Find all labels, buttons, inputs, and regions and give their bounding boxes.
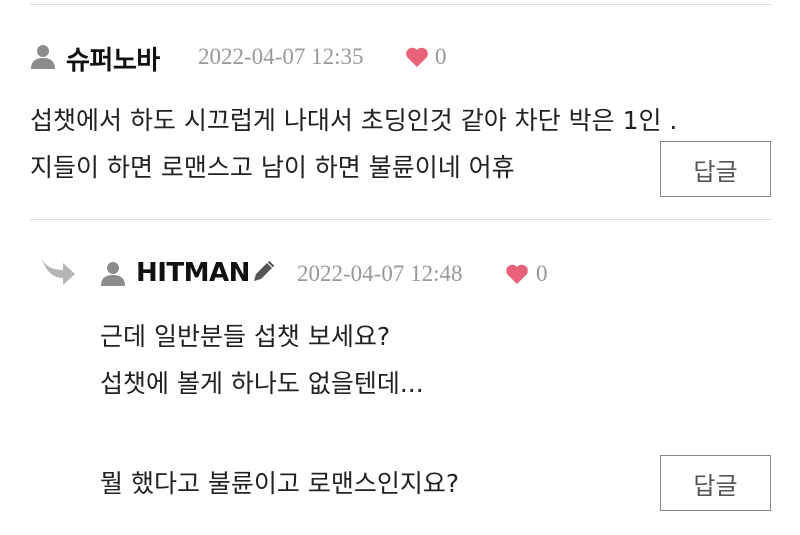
comment-text-line: 섭챗에 볼게 하나도 없을텐데... — [100, 369, 424, 398]
top-divider — [30, 4, 772, 5]
comment-divider — [30, 219, 772, 220]
comment-date: 2022-04-07 12:48 — [297, 261, 463, 286]
comment-date: 2022-04-07 12:35 — [198, 44, 364, 69]
reply-button[interactable]: 답글 — [660, 141, 771, 197]
like-count: 0 — [435, 44, 447, 69]
heart-icon[interactable] — [505, 263, 529, 285]
comment-username[interactable]: 슈퍼노바 — [66, 40, 160, 77]
user-icon — [31, 45, 55, 69]
comment-text-line: 섭챗에서 하도 시끄럽게 나대서 초딩인것 같아 차단 박은 1인 . — [30, 106, 678, 135]
comment-text-line: 뭘 했다고 불륜이고 로맨스인지요? — [100, 469, 460, 498]
reply-button[interactable]: 답글 — [660, 455, 771, 511]
user-icon — [101, 262, 125, 286]
comment-text-line: 근데 일반분들 섭챗 보세요? — [100, 322, 391, 351]
pencil-icon — [254, 260, 275, 281]
like-count: 0 — [536, 261, 548, 286]
comment-username[interactable]: HITMAN — [136, 258, 250, 288]
reply-arrow-icon — [41, 256, 75, 285]
heart-icon[interactable] — [405, 46, 429, 68]
comment-text-line: 지들이 하면 로맨스고 남이 하면 불륜이네 어휴 — [30, 153, 515, 182]
